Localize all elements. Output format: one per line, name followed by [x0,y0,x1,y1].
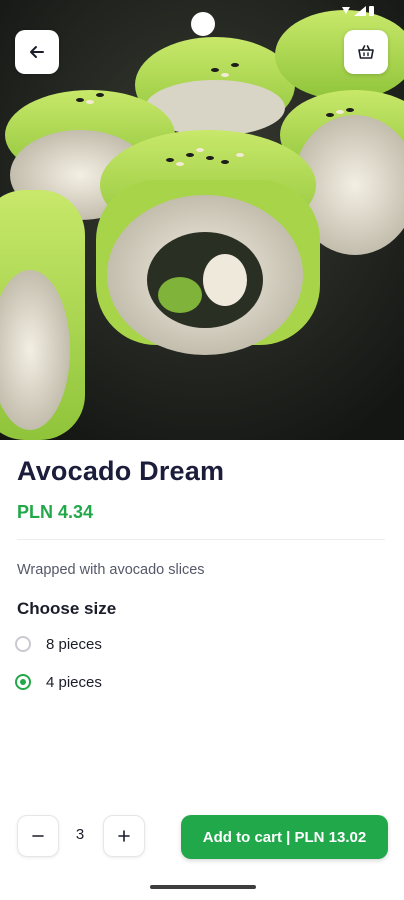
arrow-left-icon [30,46,44,58]
cart-button[interactable] [344,30,388,74]
size-option-label: 8 pieces [46,635,102,653]
product-description: Wrapped with avocado slices [17,562,205,578]
size-option-4-pieces[interactable]: 4 pieces [15,669,102,695]
size-option-label: 4 pieces [46,673,102,691]
divider [17,539,385,540]
status-icons [342,6,374,16]
add-to-cart-button[interactable]: Add to cart | PLN 13.02 [181,815,388,859]
minus-icon [32,835,44,837]
radio-button-selected[interactable] [15,674,31,690]
decrease-quantity-button[interactable] [17,815,59,857]
product-price: PLN 4.34 [17,502,94,522]
radio-button[interactable] [15,636,31,652]
plus-icon [118,830,130,842]
back-button[interactable] [15,30,59,74]
product-image [0,0,404,440]
quantity-value: 3 [75,826,85,843]
increase-quantity-button[interactable] [103,815,145,857]
product-title: Avocado Dream [17,456,225,486]
camera-cutout [191,12,215,36]
size-heading: Choose size [17,599,117,618]
size-option-8-pieces[interactable]: 8 pieces [15,631,102,657]
basket-icon [358,45,374,59]
home-indicator[interactable] [150,885,256,889]
